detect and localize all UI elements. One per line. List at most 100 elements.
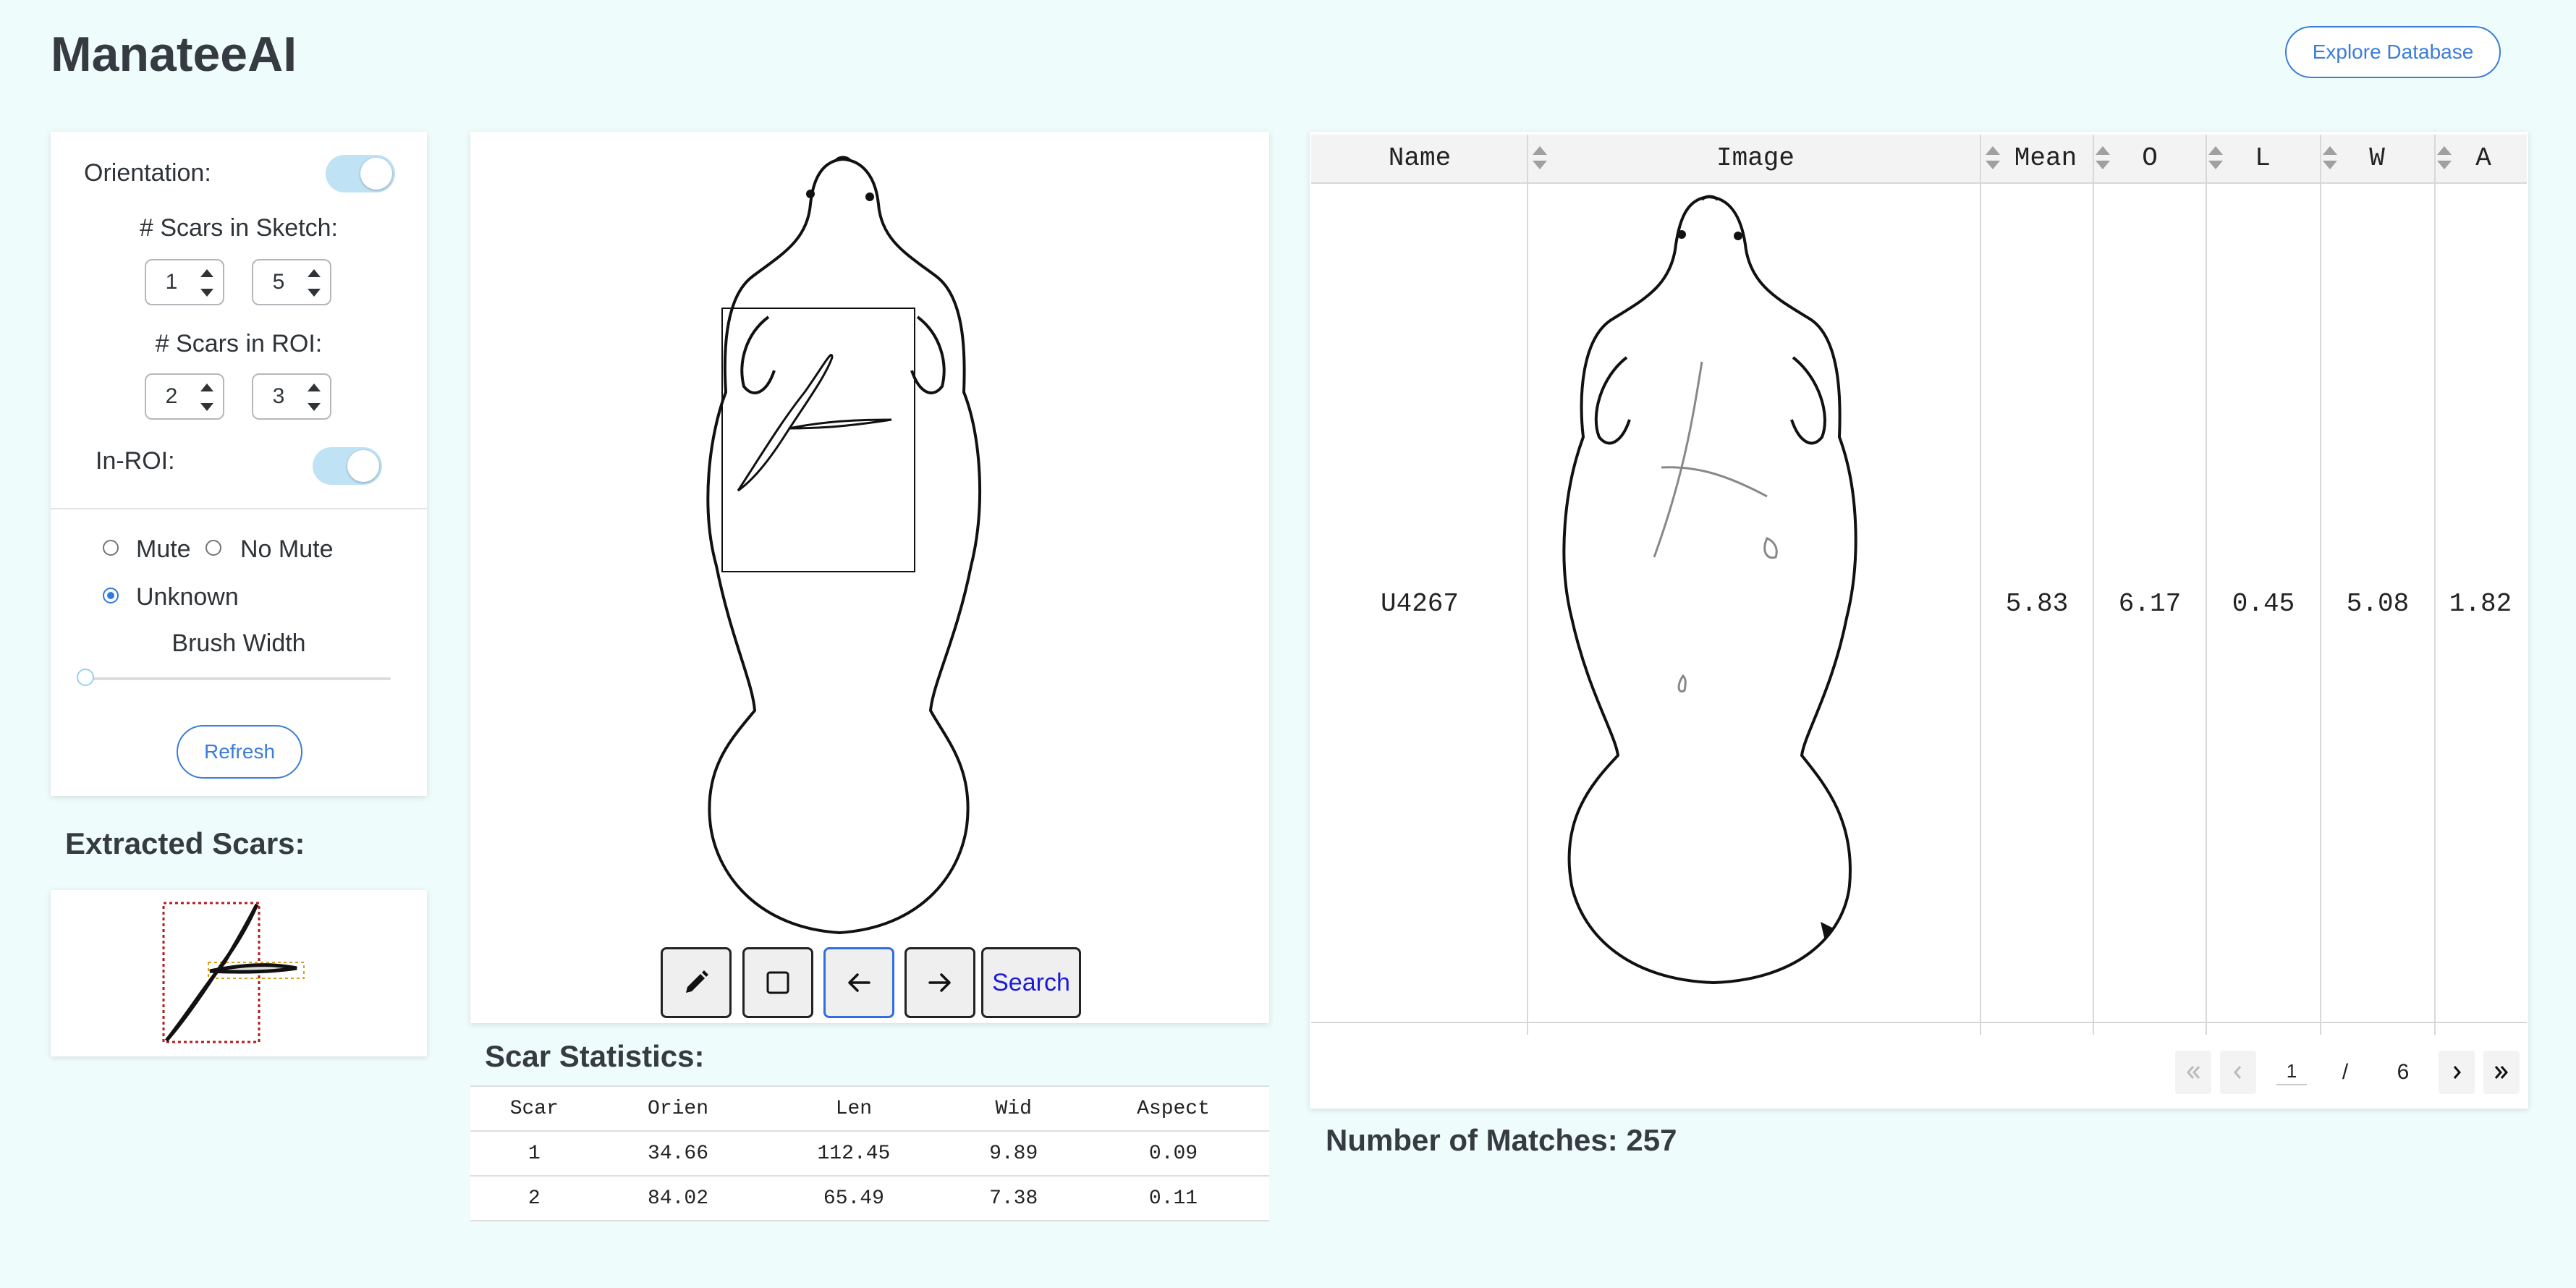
column-divider (2434, 135, 2436, 1035)
scars-roi-max-stepper[interactable]: 3 (252, 373, 331, 420)
mute-label: Mute (136, 535, 191, 563)
scars-sketch-min-value: 1 (165, 270, 178, 294)
app-title: ManateeAI (51, 27, 297, 82)
table-header-row: Scar Orien Len Wid Aspect (470, 1085, 1269, 1132)
prev-page-button[interactable] (2220, 1051, 2256, 1094)
stepper-up-icon[interactable] (200, 384, 213, 391)
scars-sketch-max-stepper[interactable]: 5 (252, 259, 331, 305)
table-cell: 65.49 (758, 1176, 950, 1221)
column-header-a[interactable]: A (2440, 135, 2527, 182)
in-roi-label: In-ROI: (96, 447, 175, 475)
search-button[interactable]: Search (981, 947, 1081, 1018)
scar-statistics-table: Scar Orien Len Wid Aspect 1 34.66 112.45… (470, 1085, 1269, 1221)
match-name: U4267 (1380, 589, 1459, 619)
brush-width-slider-handle[interactable] (77, 669, 94, 686)
arrow-left-icon (848, 973, 870, 992)
stepper-down-icon[interactable] (308, 289, 321, 297)
sort-icon[interactable] (1986, 145, 2000, 171)
scars-sketch-max-value: 5 (272, 270, 285, 294)
explore-database-button[interactable]: Explore Database (2285, 26, 2501, 78)
last-page-button[interactable] (2483, 1051, 2520, 1094)
table-cell: 9.89 (949, 1131, 1078, 1177)
column-header: Aspect (1077, 1085, 1269, 1132)
pencil-icon (686, 970, 708, 993)
total-pages: 6 (2397, 1060, 2410, 1084)
rectangle-tool-button[interactable] (742, 947, 813, 1018)
scars-sketch-min-stepper[interactable]: 1 (145, 259, 224, 305)
controls-panel: Orientation: # Scars in Sketch: 1 5 # Sc… (51, 132, 427, 796)
column-header: Wid (949, 1085, 1078, 1132)
no-mute-label: No Mute (240, 535, 334, 563)
table-cell: 84.02 (598, 1176, 758, 1221)
column-header-o[interactable]: O (2093, 135, 2207, 182)
square-icon (766, 971, 789, 994)
undo-button[interactable] (823, 947, 894, 1018)
number-of-matches: Number of Matches: 257 (1326, 1123, 1677, 1157)
chevron-right-icon (2453, 1066, 2461, 1079)
match-a: 1.82 (2449, 589, 2512, 619)
scar-statistics-heading: Scar Statistics: (485, 1039, 705, 1073)
unknown-label: Unknown (136, 583, 239, 611)
scars-in-sketch-label: # Scars in Sketch: (139, 214, 338, 242)
in-roi-toggle[interactable] (313, 447, 382, 485)
column-header-l[interactable]: L (2206, 135, 2320, 182)
scars-roi-max-value: 3 (272, 384, 285, 408)
table-cell: 1 (470, 1131, 598, 1177)
match-manatee-image[interactable] (1528, 184, 1980, 1020)
refresh-button[interactable]: Refresh (177, 725, 302, 779)
row-divider (1311, 1022, 2527, 1023)
stepper-up-icon[interactable] (308, 269, 321, 277)
matches-table-header: Name Image Mean O L W A (1311, 135, 2527, 184)
column-header: Len (758, 1085, 950, 1132)
unknown-radio[interactable] (103, 588, 119, 603)
redo-button[interactable] (904, 947, 975, 1018)
table-cell: 7.38 (949, 1176, 1078, 1221)
stepper-down-icon[interactable] (308, 403, 321, 411)
column-header-image[interactable]: Image (1530, 135, 1981, 182)
table-cell: 34.66 (598, 1131, 758, 1177)
match-o: 6.17 (2118, 589, 2182, 619)
double-chevron-right-icon (2494, 1066, 2508, 1079)
no-mute-radio[interactable] (206, 540, 221, 556)
table-cell: 112.45 (758, 1131, 950, 1177)
column-header: Scar (470, 1085, 598, 1132)
brush-width-label: Brush Width (171, 630, 306, 657)
scars-roi-min-value: 2 (165, 384, 178, 408)
next-page-button[interactable] (2439, 1051, 2475, 1094)
mute-radio[interactable] (103, 540, 119, 556)
table-row: 2 84.02 65.49 7.38 0.11 (470, 1176, 1269, 1221)
column-divider (2206, 135, 2207, 1035)
sketch-canvas-panel[interactable] (470, 132, 1269, 1023)
pencil-tool-button[interactable] (661, 947, 732, 1018)
stepper-up-icon[interactable] (200, 269, 213, 277)
page-separator: / (2342, 1060, 2349, 1084)
arrow-right-icon (928, 973, 951, 992)
stepper-down-icon[interactable] (200, 289, 213, 297)
column-header-name[interactable]: Name (1311, 135, 1528, 182)
column-divider (1980, 135, 1981, 1035)
scars-in-roi-label: # Scars in ROI: (155, 330, 323, 357)
current-page: 1 (2276, 1060, 2308, 1085)
manatee-sketch-canvas[interactable] (470, 132, 1269, 1023)
extracted-scars-heading: Extracted Scars: (65, 826, 305, 860)
match-l: 0.45 (2232, 589, 2295, 619)
match-mean: 5.83 (2005, 589, 2069, 619)
table-row: 1 34.66 112.45 9.89 0.09 (470, 1131, 1269, 1177)
table-cell: 2 (470, 1176, 598, 1221)
first-page-button[interactable] (2175, 1051, 2211, 1094)
stepper-up-icon[interactable] (308, 384, 321, 391)
match-w: 5.08 (2346, 589, 2410, 619)
orientation-toggle[interactable] (326, 155, 395, 192)
column-divider (2093, 135, 2094, 1035)
column-header-mean[interactable]: Mean (2001, 135, 2090, 182)
orientation-label: Orientation: (84, 159, 211, 187)
brush-width-slider-track[interactable] (87, 677, 391, 680)
column-header: Orien (598, 1085, 758, 1132)
stepper-down-icon[interactable] (200, 403, 213, 411)
extracted-scars-panel (51, 890, 427, 1056)
scars-roi-min-stepper[interactable]: 2 (145, 373, 224, 420)
divider (51, 508, 427, 509)
page-input[interactable]: 1 (2268, 1051, 2316, 1094)
table-cell: 0.09 (1077, 1131, 1269, 1177)
column-header-w[interactable]: W (2320, 135, 2434, 182)
